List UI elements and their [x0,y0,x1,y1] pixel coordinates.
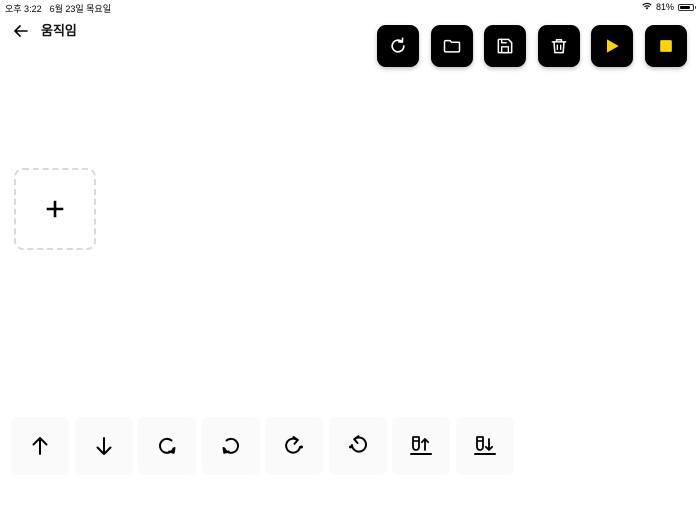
pen-down-icon [473,436,496,455]
arrow-left-icon [14,25,28,37]
redo-dot-icon [285,436,303,454]
arrow-down-icon [96,437,111,455]
open-folder-button[interactable] [430,25,473,67]
page-title: 움직임 [41,23,77,38]
status-time: 오후 3:22 [5,4,42,14]
command-palette [11,417,514,475]
trash-icon [551,39,566,54]
rotate-right-step-button[interactable] [265,417,323,475]
save-button[interactable] [484,25,526,67]
wifi-icon [642,2,652,12]
save-icon [497,38,513,54]
turn-left-button[interactable] [201,417,260,475]
refresh-icon [391,37,405,53]
rotate-left-step-button[interactable] [328,417,387,475]
status-bar: 오후 3:22 6월 23일 목요일 81% [0,0,700,14]
play-icon [607,39,619,53]
move-forward-button[interactable] [11,417,69,475]
rotate-clockwise-icon [159,437,176,454]
status-date: 6월 23일 목요일 [49,4,111,14]
add-command-slot[interactable] [14,168,96,250]
toolbar [377,25,687,67]
pen-up-button[interactable] [392,417,450,475]
stop-button[interactable] [644,25,687,67]
pen-down-button[interactable] [455,417,514,475]
battery-percent: 81% [655,2,674,12]
rotate-counterclockwise-icon [222,437,239,454]
status-right: 81% [642,2,696,12]
status-left: 오후 3:22 6월 23일 목요일 [5,2,111,15]
pen-up-icon [410,436,432,455]
stop-icon [659,40,672,52]
battery-fill [680,5,690,9]
back-button[interactable] [12,22,30,40]
turn-right-button[interactable] [138,417,196,475]
undo-dot-icon [348,435,367,453]
plus-icon [46,200,64,218]
move-backward-button[interactable] [74,417,133,475]
folder-icon [443,39,460,53]
battery-icon [678,3,696,11]
delete-button[interactable] [537,25,580,67]
refresh-button[interactable] [377,25,419,67]
arrow-up-icon [32,437,48,455]
play-button[interactable] [591,25,633,67]
